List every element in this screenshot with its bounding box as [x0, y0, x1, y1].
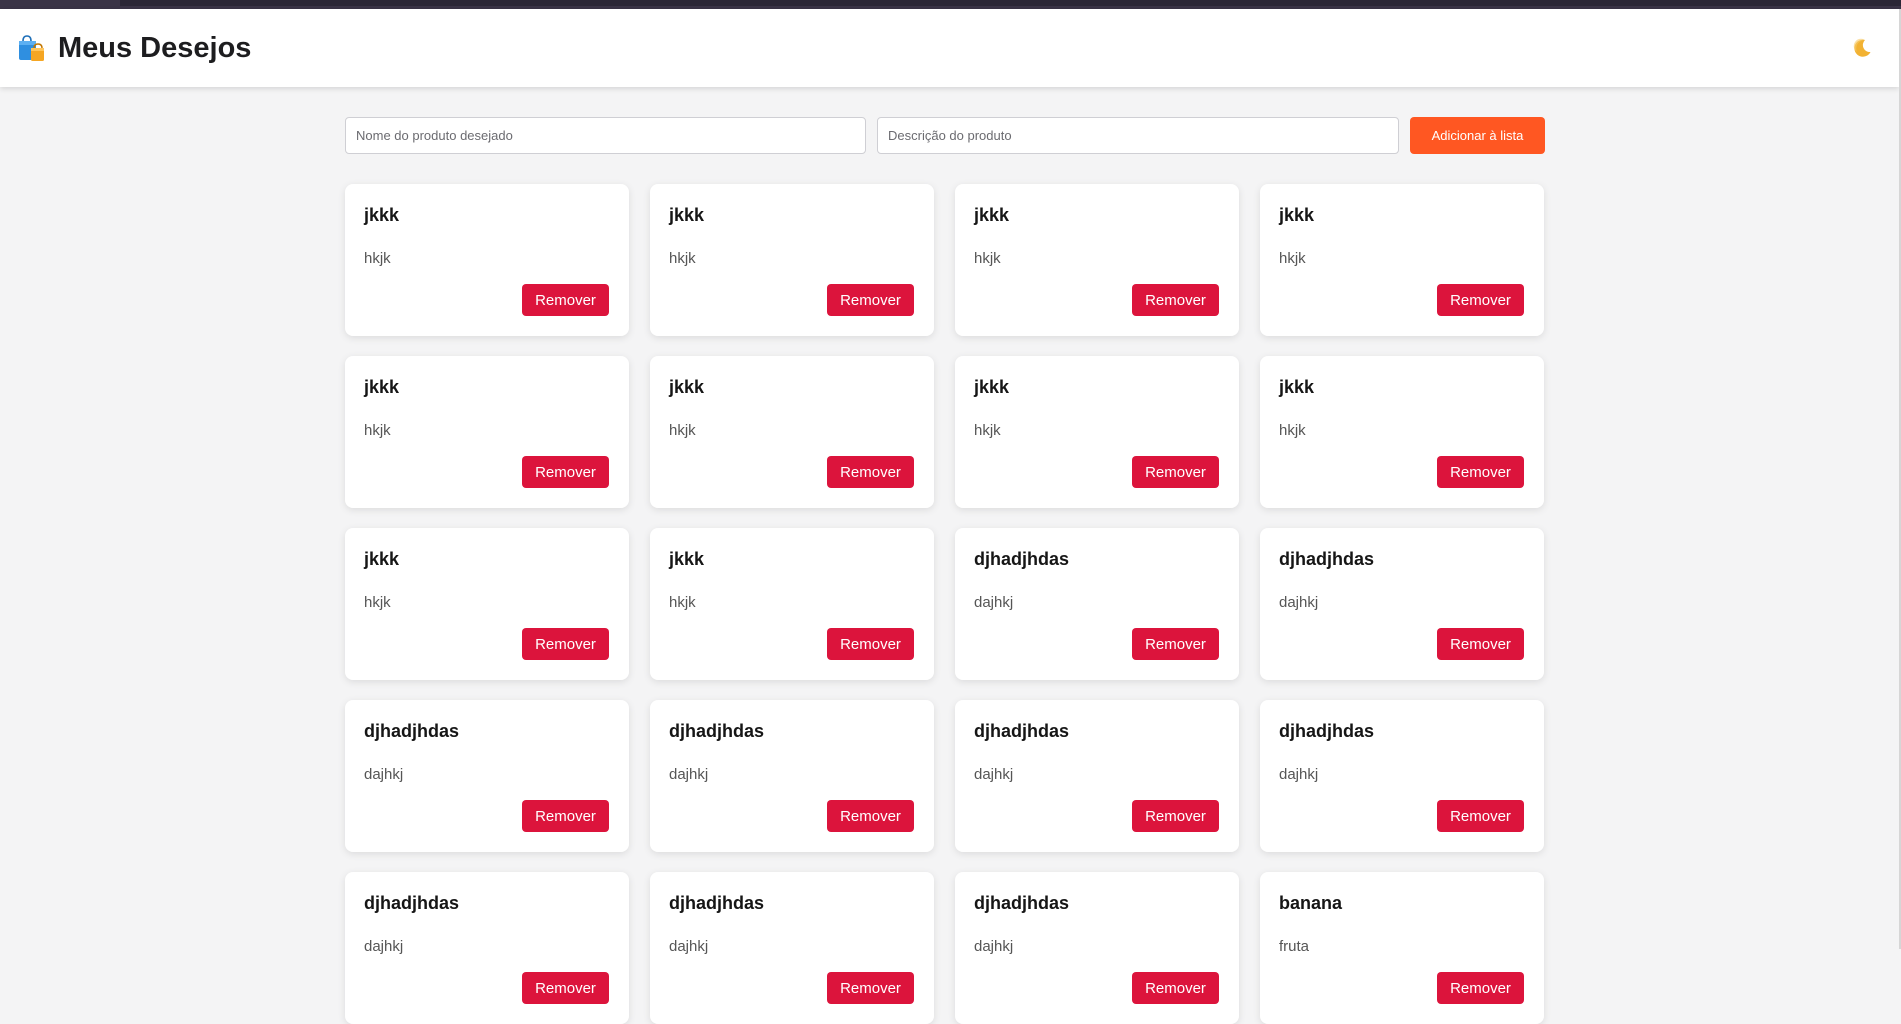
- card-description: dajhkj: [669, 938, 709, 955]
- card-title: jkkk: [1279, 205, 1315, 225]
- remove-button[interactable]: Remover: [1132, 284, 1219, 316]
- remove-button[interactable]: Remover: [827, 284, 914, 316]
- card-description: hkjk: [669, 422, 696, 439]
- card-description: dajhkj: [974, 938, 1014, 955]
- remove-button[interactable]: Remover: [827, 800, 914, 832]
- card-description: hkjk: [669, 250, 696, 267]
- wishlist-card: jkkk hkjk Remover: [345, 356, 629, 508]
- wishlist-card: jkkk hkjk Remover: [955, 356, 1239, 508]
- product-name-input[interactable]: [345, 117, 866, 154]
- wishlist-card: djhadjhdas dajhkj Remover: [345, 700, 629, 852]
- card-description: hkjk: [364, 422, 391, 439]
- remove-button[interactable]: Remover: [1132, 800, 1219, 832]
- card-title: djhadjhdas: [974, 549, 1070, 569]
- card-title: djhadjhdas: [974, 893, 1070, 913]
- wishlist-grid: jkkk hkjk Remover jkkk hkjk Remover jkkk hkjk Re…: [345, 184, 1545, 1024]
- remove-button[interactable]: Remover: [522, 456, 609, 488]
- card-description: dajhkj: [974, 766, 1014, 783]
- page-title: Meus Desejos: [58, 31, 252, 64]
- card-description: dajhkj: [974, 594, 1014, 611]
- card-title: djhadjhdas: [1279, 549, 1375, 569]
- browser-top-strip: [0, 0, 1901, 9]
- wishlist-card: jkkk hkjk Remover: [650, 184, 934, 336]
- add-to-list-button[interactable]: Adicionar à lista: [1410, 117, 1545, 154]
- wishlist-card: djhadjhdas dajhkj Remover: [955, 872, 1239, 1024]
- card-title: jkkk: [364, 205, 400, 225]
- card-description: hkjk: [974, 250, 1001, 267]
- card-title: djhadjhdas: [974, 721, 1070, 741]
- card-title: jkkk: [1279, 377, 1315, 397]
- remove-button[interactable]: Remover: [1132, 456, 1219, 488]
- app-header: Meus Desejos: [0, 9, 1899, 87]
- card-title: jkkk: [669, 205, 705, 225]
- wishlist-card: jkkk hkjk Remover: [650, 356, 934, 508]
- card-title: djhadjhdas: [669, 893, 765, 913]
- wishlist-card: jkkk hkjk Remover: [345, 528, 629, 680]
- wishlist-card: jkkk hkjk Remover: [1260, 184, 1544, 336]
- remove-button[interactable]: Remover: [827, 972, 914, 1004]
- card-title: djhadjhdas: [364, 721, 460, 741]
- card-description: hkjk: [364, 594, 391, 611]
- product-description-input[interactable]: [877, 117, 1399, 154]
- remove-button[interactable]: Remover: [1437, 284, 1524, 316]
- wishlist-card: jkkk hkjk Remover: [650, 528, 934, 680]
- card-title: djhadjhdas: [669, 721, 765, 741]
- remove-button[interactable]: Remover: [522, 800, 609, 832]
- wishlist-card: djhadjhdas dajhkj Remover: [650, 700, 934, 852]
- browser-top-strip-accent: [120, 0, 1901, 6]
- card-title: djhadjhdas: [1279, 721, 1375, 741]
- card-title: jkkk: [974, 205, 1010, 225]
- wishlist-card: jkkk hkjk Remover: [1260, 356, 1544, 508]
- wishlist-card: djhadjhdas dajhkj Remover: [955, 528, 1239, 680]
- wishlist-card: djhadjhdas dajhkj Remover: [955, 700, 1239, 852]
- remove-button[interactable]: Remover: [522, 284, 609, 316]
- remove-button[interactable]: Remover: [827, 456, 914, 488]
- remove-button[interactable]: Remover: [1437, 972, 1524, 1004]
- card-description: dajhkj: [364, 766, 404, 783]
- card-description: dajhkj: [1279, 766, 1319, 783]
- remove-button[interactable]: Remover: [1437, 456, 1524, 488]
- card-description: dajhkj: [1279, 594, 1319, 611]
- moon-icon[interactable]: [1851, 37, 1873, 59]
- card-title: banana: [1279, 893, 1343, 913]
- card-description: hkjk: [974, 422, 1001, 439]
- card-title: jkkk: [364, 549, 400, 569]
- card-title: djhadjhdas: [364, 893, 460, 913]
- wishlist-card: djhadjhdas dajhkj Remover: [650, 872, 934, 1024]
- card-description: hkjk: [1279, 422, 1306, 439]
- wishlist-card: jkkk hkjk Remover: [345, 184, 629, 336]
- add-item-form: Adicionar à lista: [345, 117, 1545, 154]
- wishlist-card: banana fruta Remover: [1260, 872, 1544, 1024]
- card-description: fruta: [1279, 938, 1310, 955]
- wishlist-card: djhadjhdas dajhkj Remover: [345, 872, 629, 1024]
- wishlist-card: jkkk hkjk Remover: [955, 184, 1239, 336]
- card-title: jkkk: [669, 549, 705, 569]
- card-description: hkjk: [669, 594, 696, 611]
- remove-button[interactable]: Remover: [1132, 628, 1219, 660]
- remove-button[interactable]: Remover: [827, 628, 914, 660]
- shopping-bags-icon: [16, 33, 46, 63]
- remove-button[interactable]: Remover: [522, 972, 609, 1004]
- wishlist-card: djhadjhdas dajhkj Remover: [1260, 700, 1544, 852]
- wishlist-card: djhadjhdas dajhkj Remover: [1260, 528, 1544, 680]
- remove-button[interactable]: Remover: [1132, 972, 1219, 1004]
- card-description: hkjk: [1279, 250, 1306, 267]
- card-description: dajhkj: [364, 938, 404, 955]
- card-title: jkkk: [669, 377, 705, 397]
- remove-button[interactable]: Remover: [522, 628, 609, 660]
- remove-button[interactable]: Remover: [1437, 628, 1524, 660]
- card-description: hkjk: [364, 250, 391, 267]
- card-title: jkkk: [364, 377, 400, 397]
- card-title: jkkk: [974, 377, 1010, 397]
- card-description: dajhkj: [669, 766, 709, 783]
- remove-button[interactable]: Remover: [1437, 800, 1524, 832]
